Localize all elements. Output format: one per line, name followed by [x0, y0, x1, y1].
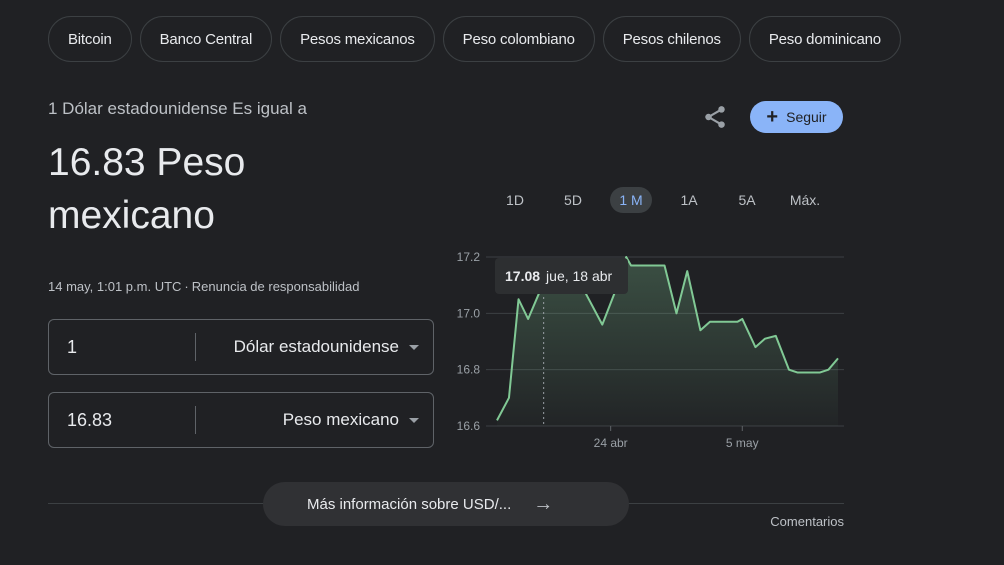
timestamp: 14 may, 1:01 p.m. UTC	[48, 279, 182, 294]
separator: ·	[184, 279, 189, 294]
range-tabs: 1D 5D 1 M 1A 5A Máx.	[486, 186, 834, 214]
more-info-button[interactable]: Más información sobre USD/... →	[263, 482, 629, 526]
x-tick-label: 5 may	[726, 436, 759, 450]
chip-bitcoin[interactable]: Bitcoin	[48, 16, 132, 62]
chip-peso-colombiano[interactable]: Peso colombiano	[442, 16, 595, 62]
y-tick-label: 17.0	[457, 306, 481, 320]
tab-max[interactable]: Máx.	[776, 186, 834, 214]
conversion-meta: 14 may, 1:01 p.m. UTC · Renuncia de respon…	[48, 279, 359, 294]
feedback-link[interactable]: Comentarios	[770, 514, 844, 529]
tab-5a[interactable]: 5A	[718, 186, 776, 214]
from-currency-row: 1 Dólar estadounidense	[48, 319, 434, 375]
arrow-right-icon: →	[533, 492, 554, 515]
more-info-label: Más información sobre USD/...	[307, 495, 512, 513]
x-tick-label: 24 abr	[594, 436, 628, 450]
from-amount-input[interactable]: 1	[49, 337, 195, 358]
tab-5d[interactable]: 5D	[544, 186, 602, 214]
conversion-lead: 1 Dólar estadounidense Es igual a	[48, 99, 307, 118]
result-line-2: mexicano	[48, 194, 215, 237]
chart-tooltip: 17.08 jue, 18 abr	[495, 258, 628, 294]
to-currency-select[interactable]: Peso mexicano	[196, 410, 409, 430]
tab-1d[interactable]: 1D	[486, 186, 544, 214]
tab-1a[interactable]: 1A	[660, 186, 718, 214]
chevron-down-icon[interactable]	[409, 344, 419, 350]
y-tick-label: 16.8	[457, 363, 481, 377]
disclaimer-link[interactable]: Renuncia de responsabilidad	[192, 279, 360, 294]
related-searches: Bitcoin Banco Central Pesos mexicanos Pe…	[48, 16, 901, 62]
y-tick-label: 17.2	[457, 250, 481, 264]
tab-1m[interactable]: 1 M	[602, 186, 660, 214]
conversion-result: 16.83 Peso mexicano	[48, 136, 428, 242]
to-currency-row: 16.83 Peso mexicano	[48, 392, 434, 448]
follow-label: Seguir	[786, 109, 827, 125]
chevron-down-icon[interactable]	[409, 417, 419, 423]
chip-pesos-mexicanos[interactable]: Pesos mexicanos	[280, 16, 435, 62]
chip-banco-central[interactable]: Banco Central	[139, 16, 273, 62]
plus-icon: +	[766, 106, 779, 128]
tooltip-value: 17.08	[505, 268, 541, 284]
chip-peso-dominicano[interactable]: Peso dominicano	[748, 16, 901, 62]
follow-button[interactable]: + Seguir	[750, 101, 843, 133]
y-tick-label: 16.6	[457, 419, 481, 433]
from-currency-select[interactable]: Dólar estadounidense	[196, 337, 409, 357]
share-icon[interactable]	[702, 104, 728, 130]
chip-pesos-chilenos[interactable]: Pesos chilenos	[602, 16, 741, 62]
result-line-1: 16.83 Peso	[48, 141, 246, 184]
to-amount-input[interactable]: 16.83	[49, 410, 195, 431]
tooltip-date: jue, 18 abr	[546, 268, 613, 284]
